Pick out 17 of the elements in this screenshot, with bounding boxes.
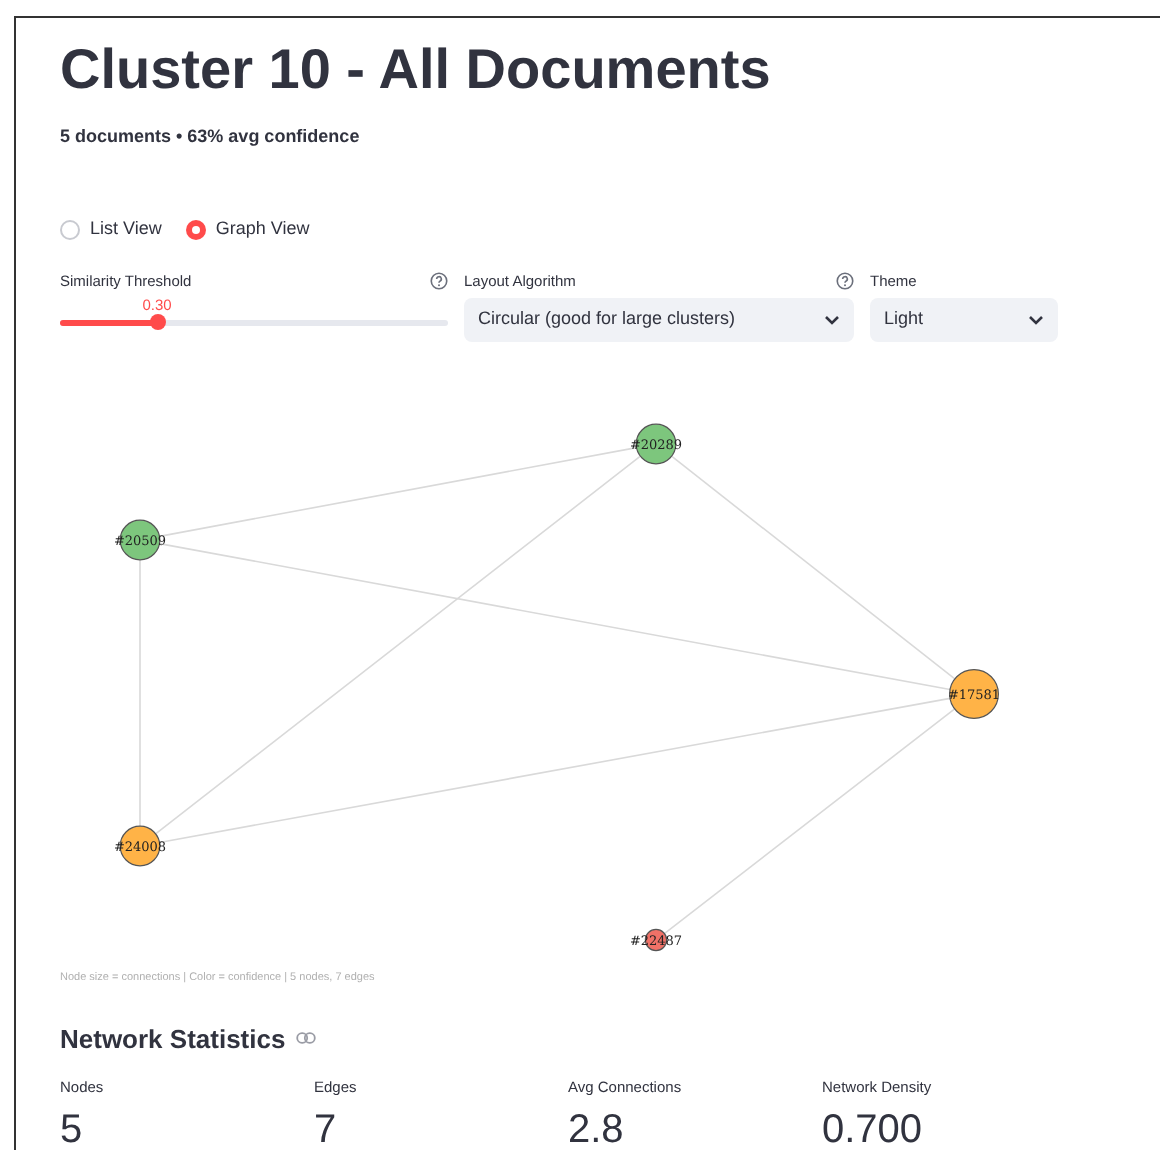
help-icon[interactable] — [836, 272, 854, 290]
radio-option[interactable]: List View — [60, 217, 162, 241]
layout-dropdown[interactable]: Circular (good for large clusters) — [464, 297, 854, 341]
section-heading: Network Statistics — [60, 1021, 286, 1057]
slider-thumb[interactable] — [149, 314, 165, 330]
page-title: Cluster 10 - All Documents — [60, 36, 771, 104]
chevron-down-icon — [824, 313, 840, 325]
theme-dropdown[interactable]: Light — [870, 297, 1058, 341]
metric-value: 0.700 — [822, 1106, 923, 1150]
chevron-down-icon — [1028, 313, 1044, 325]
link-icon[interactable] — [295, 1032, 316, 1045]
help-icon[interactable] — [430, 272, 448, 290]
subtitle: 5 documents • 63% avg confidence — [60, 124, 360, 150]
radio-option[interactable]: Graph View — [185, 217, 310, 241]
metric-value: 2.8 — [568, 1106, 624, 1150]
metric-value: 5 — [60, 1106, 83, 1150]
metric-value: 7 — [314, 1106, 337, 1150]
